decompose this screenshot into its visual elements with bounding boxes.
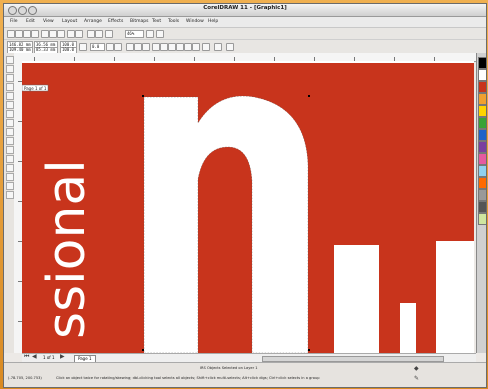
drawing-canvas[interactable]: Page 1 of 1 ssional <box>22 61 474 353</box>
eyedropper-tool-icon[interactable] <box>6 164 14 172</box>
menu-bar: File Edit View Layout Arrange Effects Bi… <box>4 17 486 28</box>
status-hint: Click an object twice for rotating/skewi… <box>56 376 320 380</box>
page-navigator: ⏮ ◀ 1 of 1 ▶ Page 1 <box>22 353 476 363</box>
zoom-dropdown-icon[interactable] <box>146 30 154 38</box>
lock-ratio-icon[interactable] <box>79 43 87 51</box>
interactive-blend-tool-icon[interactable] <box>6 155 14 163</box>
polygon-tool-icon[interactable] <box>6 128 14 136</box>
palette-swatch[interactable] <box>478 105 486 117</box>
palette-swatch[interactable] <box>478 69 486 81</box>
convert-to-curves-icon[interactable] <box>226 43 234 51</box>
palette-swatch[interactable] <box>478 177 486 189</box>
artwork-svg: Page 1 of 1 ssional <box>22 61 474 353</box>
fill-tool-icon[interactable] <box>6 182 14 190</box>
smart-fill-tool-icon[interactable] <box>6 101 14 109</box>
import-icon[interactable] <box>87 30 95 38</box>
back-minus-front-icon[interactable] <box>192 43 200 51</box>
print-icon[interactable] <box>31 30 39 38</box>
palette-swatch[interactable] <box>478 153 486 165</box>
color-palette <box>476 53 486 353</box>
freehand-tool-icon[interactable] <box>6 92 14 100</box>
ungroup-all-icon[interactable] <box>142 43 150 51</box>
interactive-fill-tool-icon[interactable] <box>6 191 14 199</box>
menu-tools[interactable]: Tools <box>168 19 179 24</box>
app-window: CorelDRAW 11 - [Graphic1] File Edit View… <box>3 3 487 388</box>
rotation-field[interactable]: 0.0 <box>90 43 105 51</box>
group-icon[interactable] <box>126 43 134 51</box>
palette-swatch[interactable] <box>478 165 486 177</box>
new-icon[interactable] <box>7 30 15 38</box>
title-bar: CorelDRAW 11 - [Graphic1] <box>4 4 486 17</box>
selection-status: IRS Objects Selected on Layer 1 <box>200 366 258 370</box>
paste-icon[interactable] <box>57 30 65 38</box>
zoom-tool-icon[interactable] <box>6 83 14 91</box>
copy-icon[interactable] <box>49 30 57 38</box>
menu-bitmaps[interactable]: Bitmaps <box>130 19 148 24</box>
palette-swatch[interactable] <box>478 93 486 105</box>
zoom-level-field[interactable]: 46% <box>125 30 144 38</box>
menu-arrange[interactable]: Arrange <box>84 19 102 24</box>
page-counter: 1 of 1 <box>43 355 55 360</box>
palette-swatch[interactable] <box>478 81 486 93</box>
open-icon[interactable] <box>15 30 23 38</box>
trim-icon[interactable] <box>160 43 168 51</box>
text-tool-icon[interactable] <box>6 146 14 154</box>
palette-swatch[interactable] <box>478 201 486 213</box>
palette-swatch[interactable] <box>478 213 486 225</box>
cursor-coordinates: (-78.705, 200.753) <box>8 376 42 380</box>
prev-page-icon[interactable]: ◀ <box>32 353 37 360</box>
menu-file[interactable]: File <box>10 19 18 24</box>
shape-tool-icon[interactable] <box>6 65 14 73</box>
ungroup-icon[interactable] <box>134 43 142 51</box>
standard-toolbar: 46% <box>4 28 486 40</box>
rectangle-tool-icon[interactable] <box>6 110 14 118</box>
outline-indicator-icon[interactable]: ✎ <box>414 375 419 382</box>
create-boundary-icon[interactable] <box>202 43 210 51</box>
simplify-icon[interactable] <box>176 43 184 51</box>
options-icon[interactable] <box>156 30 164 38</box>
front-minus-back-icon[interactable] <box>184 43 192 51</box>
basic-shapes-tool-icon[interactable] <box>6 137 14 145</box>
fill-indicator-icon[interactable]: ◆ <box>414 365 419 372</box>
ellipse-tool-icon[interactable] <box>6 119 14 127</box>
palette-swatch[interactable] <box>478 141 486 153</box>
vertical-artwork-text: ssional <box>37 159 97 339</box>
palette-swatch[interactable] <box>478 189 486 201</box>
property-bar: 146.82 mm 109.40 mm 36.56 mm 85.33 mm 10… <box>4 40 486 54</box>
menu-layout[interactable]: Layout <box>62 19 77 24</box>
palette-swatch[interactable] <box>478 117 486 129</box>
outline-tool-icon[interactable] <box>6 173 14 181</box>
menu-edit[interactable]: Edit <box>26 19 35 24</box>
menu-help[interactable]: Help <box>208 19 218 24</box>
white-bar-2 <box>400 303 416 353</box>
save-icon[interactable] <box>23 30 31 38</box>
export-icon[interactable] <box>95 30 103 38</box>
redo-icon[interactable] <box>75 30 83 38</box>
menu-effects[interactable]: Effects <box>108 19 123 24</box>
menu-text[interactable]: Text <box>152 19 161 24</box>
window-title: CorelDRAW 11 - [Graphic1] <box>203 5 287 11</box>
intersect-icon[interactable] <box>168 43 176 51</box>
page-label: Page 1 of 1 <box>24 86 47 91</box>
application-launcher-icon[interactable] <box>105 30 113 38</box>
first-page-icon[interactable]: ⏮ <box>24 353 29 361</box>
align-distribute-icon[interactable] <box>214 43 222 51</box>
weld-icon[interactable] <box>152 43 160 51</box>
palette-swatch[interactable] <box>478 129 486 141</box>
next-page-icon[interactable]: ▶ <box>60 353 65 360</box>
status-bar: IRS Objects Selected on Layer 1 (-78.705… <box>4 362 486 387</box>
cut-icon[interactable] <box>41 30 49 38</box>
menu-view[interactable]: View <box>43 19 54 24</box>
palette-swatch[interactable] <box>478 57 486 69</box>
knife-tool-icon[interactable] <box>6 74 14 82</box>
white-bar-1 <box>334 245 379 353</box>
undo-icon[interactable] <box>67 30 75 38</box>
menu-window[interactable]: Window <box>186 19 204 24</box>
pick-tool-icon[interactable] <box>6 56 14 64</box>
white-bar-3 <box>436 241 474 353</box>
mirror-horizontal-icon[interactable] <box>106 43 114 51</box>
mirror-vertical-icon[interactable] <box>114 43 122 51</box>
